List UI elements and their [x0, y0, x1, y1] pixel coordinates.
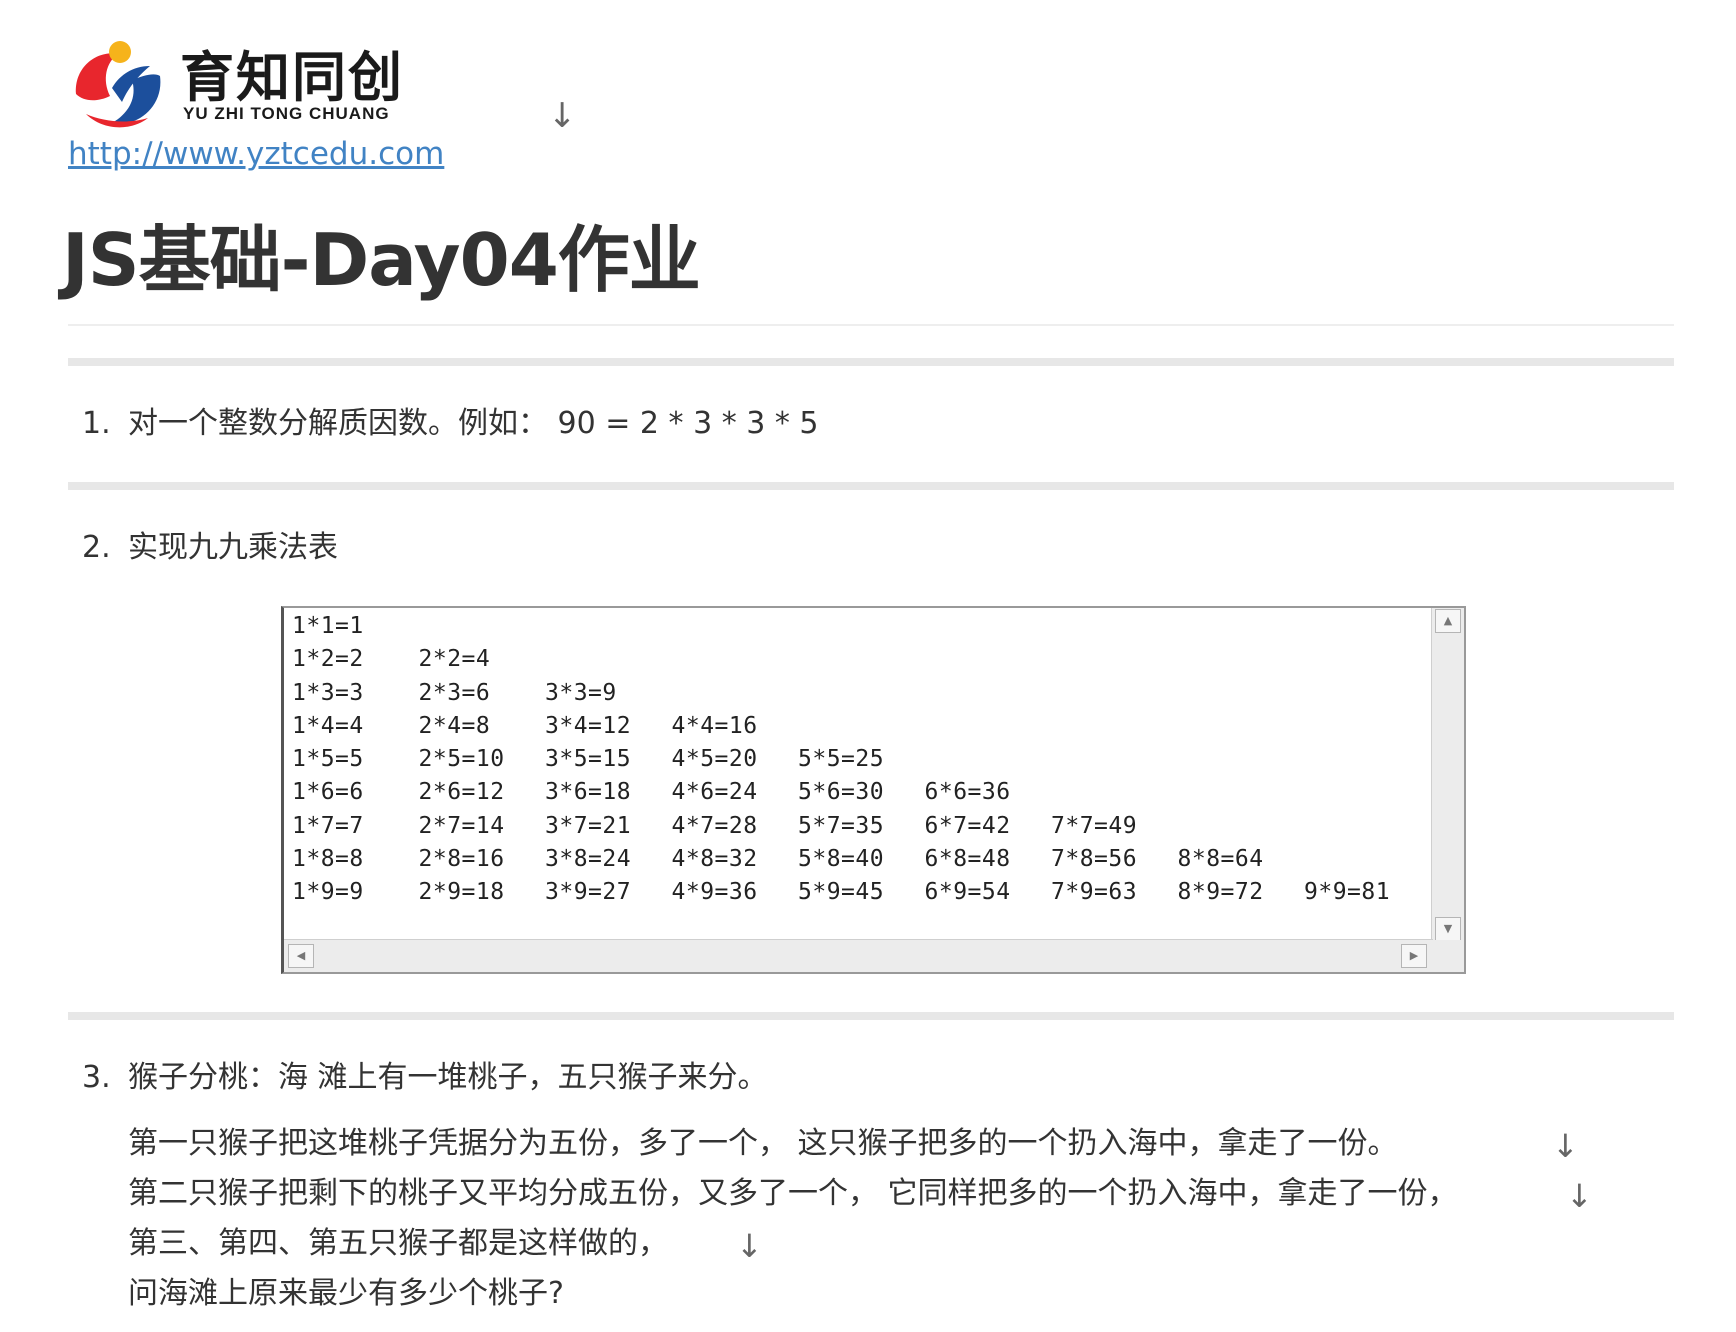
table-row: 1*2=2 2*2=4 — [292, 643, 1432, 676]
table-cell: 3*8=24 — [545, 846, 632, 873]
table-cell: 4*4=16 — [671, 712, 758, 739]
multiplication-table: 1*1=1 1*2=2 2*2=4 1*3=3 2*3=6 3*3=9 1*4=4 2*4=8… — [292, 610, 1432, 910]
table-row: 1*6=6 2*6=12 3*6=18 4*6=24 5*6=30 6*6=36 — [292, 776, 1432, 809]
list-item-1: 1. 对一个整数分解质因数。例如： 90 = 2 * 3 * 3 * 5 — [82, 404, 818, 444]
line-break-arrow-icon: ↓ — [1552, 1127, 1579, 1165]
yztc-logo-icon — [70, 38, 166, 134]
table-cell: 1*3=3 — [292, 679, 364, 706]
table-cell: 6*9=54 — [924, 879, 1011, 906]
scroll-up-arrow-icon[interactable]: ▲ — [1435, 609, 1461, 633]
table-cell: 4*5=20 — [671, 746, 758, 773]
table-cell: 2*9=18 — [418, 879, 505, 906]
table-cell: 2*5=10 — [418, 746, 505, 773]
logo-chinese-text: 育知同创 — [180, 46, 404, 109]
table-cell: 4*7=28 — [671, 812, 758, 839]
table-row: 1*9=9 2*9=18 3*9=27 4*9=36 5*9=45 6*9=54 7*9=6… — [292, 876, 1432, 909]
table-cell: 1*9=9 — [292, 879, 364, 906]
logo-english-text: YU ZHI TONG CHUANG — [183, 104, 390, 123]
table-row: 1*3=3 2*3=6 3*3=9 — [292, 677, 1432, 710]
section-divider — [68, 1012, 1674, 1020]
table-cell: 5*7=35 — [798, 812, 885, 839]
table-cell: 7*9=63 — [1051, 879, 1138, 906]
table-cell: 6*6=36 — [924, 779, 1011, 806]
site-header: 育知同创 YU ZHI TONG CHUANG ↓ — [68, 36, 588, 136]
table-cell: 1*7=7 — [292, 812, 364, 839]
table-cell: 2*3=6 — [418, 679, 491, 706]
table-cell: 2*6=12 — [418, 779, 505, 806]
table-cell: 5*9=45 — [798, 879, 885, 906]
table-cell: 1*4=4 — [292, 712, 364, 739]
table-cell: 3*7=21 — [545, 812, 632, 839]
table-cell: 1*5=5 — [292, 746, 364, 773]
table-cell: 2*4=8 — [418, 712, 491, 739]
paragraph-line-2: 第二只猴子把剩下的桃子又平均分成五份，又多了一个， 它同样把多的一个扔入海中，拿… — [128, 1174, 1593, 1215]
paragraph-text: 第二只猴子把剩下的桃子又平均分成五份，又多了一个， 它同样把多的一个扔入海中，拿… — [128, 1176, 1458, 1211]
paragraph-line-4: 问海滩上原来最少有多少个桃子? — [128, 1274, 564, 1314]
table-cell: 4*8=32 — [671, 846, 758, 873]
table-cell: 4*6=24 — [671, 779, 758, 806]
table-cell: 2*7=14 — [418, 812, 505, 839]
multiplication-table-window: 1*1=1 1*2=2 2*2=4 1*3=3 2*3=6 3*3=9 1*4=4 2*4=8… — [281, 606, 1466, 974]
list-item-3: 3. 猴子分桃：海 滩上有一堆桃子，五只猴子来分。 — [82, 1058, 768, 1098]
table-cell: 7*7=49 — [1051, 812, 1138, 839]
list-item-number: 2. — [82, 530, 111, 565]
page-title: JS基础-Day04作业 — [62, 218, 701, 302]
paragraph-line-3: 第三、第四、第五只猴子都是这样做的， ↓ — [128, 1224, 763, 1265]
table-cell: 3*9=27 — [545, 879, 632, 906]
table-cell: 2*2=4 — [418, 646, 491, 673]
paragraph-text: 问海滩上原来最少有多少个桃子? — [128, 1276, 564, 1311]
table-cell: 1*2=2 — [292, 646, 364, 673]
list-item-2: 2. 实现九九乘法表 — [82, 528, 338, 568]
table-cell: 2*8=16 — [418, 846, 505, 873]
table-cell: 3*3=9 — [545, 679, 617, 706]
list-item-text: 实现九九乘法表 — [128, 530, 338, 565]
table-row: 1*5=5 2*5=10 3*5=15 4*5=20 5*5=25 — [292, 743, 1432, 776]
section-divider — [68, 358, 1674, 366]
table-cell: 5*8=40 — [798, 846, 885, 873]
line-break-arrow-icon: ↓ — [1566, 1177, 1593, 1215]
paragraph-text: 第一只猴子把这堆桃子凭据分为五份，多了一个， 这只猴子把多的一个扔入海中，拿走了… — [128, 1126, 1398, 1161]
table-cell: 6*8=48 — [924, 846, 1011, 873]
line-break-arrow-icon: ↓ — [548, 96, 577, 136]
table-cell: 1*8=8 — [292, 846, 364, 873]
table-cell: 7*8=56 — [1051, 846, 1138, 873]
table-cell: 5*6=30 — [798, 779, 885, 806]
table-row: 1*8=8 2*8=16 3*8=24 4*8=32 5*8=40 6*8=48 7*8=5… — [292, 843, 1432, 876]
horizontal-scrollbar[interactable]: ◀ ▶ — [284, 939, 1433, 972]
line-break-arrow-icon: ↓ — [736, 1227, 763, 1265]
paragraph-text: 第三、第四、第五只猴子都是这样做的， — [128, 1226, 668, 1261]
section-divider — [68, 482, 1674, 490]
list-item-text: 对一个整数分解质因数。例如： 90 = 2 * 3 * 3 * 5 — [128, 406, 819, 441]
scrollbar-corner — [1432, 940, 1464, 972]
vertical-scrollbar[interactable]: ▲ ▼ — [1431, 608, 1464, 942]
table-row: 1*1=1 — [292, 610, 1432, 643]
paragraph-line-1: 第一只猴子把这堆桃子凭据分为五份，多了一个， 这只猴子把多的一个扔入海中，拿走了… — [128, 1124, 1579, 1165]
table-row: 1*4=4 2*4=8 3*4=12 4*4=16 — [292, 710, 1432, 743]
table-cell: 1*6=6 — [292, 779, 364, 806]
table-cell: 1*1=1 — [292, 613, 364, 639]
scroll-down-arrow-icon[interactable]: ▼ — [1435, 917, 1461, 941]
table-cell: 4*9=36 — [671, 879, 758, 906]
table-row: 1*7=7 2*7=14 3*7=21 4*7=28 5*7=35 6*7=42 7*7=4… — [292, 810, 1432, 843]
table-cell: 8*8=64 — [1177, 846, 1264, 873]
list-item-text: 猴子分桃：海 滩上有一堆桃子，五只猴子来分。 — [128, 1060, 768, 1095]
table-cell: 3*5=15 — [545, 746, 632, 773]
title-divider — [68, 324, 1674, 326]
table-cell: 9*9=81 — [1304, 879, 1391, 906]
table-cell: 3*6=18 — [545, 779, 632, 806]
list-item-number: 1. — [82, 406, 111, 441]
site-link[interactable]: http://www.yztcedu.com — [68, 136, 444, 172]
list-item-number: 3. — [82, 1060, 111, 1095]
table-cell: 3*4=12 — [545, 712, 632, 739]
scroll-right-arrow-icon[interactable]: ▶ — [1401, 944, 1427, 968]
table-cell: 8*9=72 — [1177, 879, 1264, 906]
scroll-left-arrow-icon[interactable]: ◀ — [288, 944, 314, 968]
table-cell: 5*5=25 — [798, 746, 885, 773]
table-cell: 6*7=42 — [924, 812, 1011, 839]
